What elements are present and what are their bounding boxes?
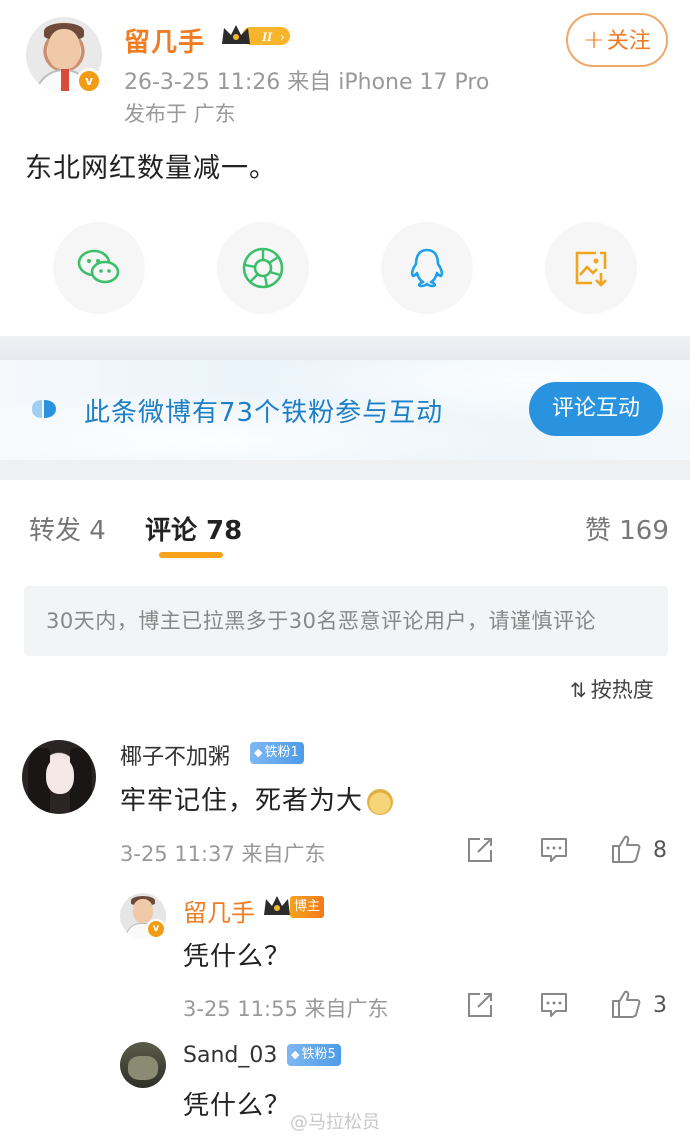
post-location: 发布于 广东 bbox=[124, 102, 236, 126]
comment-icon[interactable] bbox=[539, 836, 569, 864]
svg-text:II: II bbox=[261, 29, 273, 44]
fan-level-badge: ◆ 铁粉5 bbox=[287, 1044, 341, 1066]
diamond-icon: ◆ bbox=[254, 746, 263, 759]
post-card: v 留几手 II › 26-3-25 11:26 来自 iPhone 17 Pr… bbox=[0, 0, 690, 336]
author-name[interactable]: 留几手 bbox=[124, 22, 205, 59]
reply-text: 凭什么？ bbox=[183, 1091, 292, 1121]
emoji-dog-icon bbox=[367, 788, 394, 815]
tab-bar: 转发 4 评论 78 赞 169 bbox=[0, 480, 690, 576]
comment-icon[interactable] bbox=[539, 991, 569, 1019]
moments-icon bbox=[242, 247, 284, 289]
diamond-icon: ◆ bbox=[291, 1048, 300, 1061]
fan-level-badge: ◆ 铁粉1 bbox=[250, 742, 304, 764]
replier-name[interactable]: 留几手 bbox=[183, 893, 255, 928]
tab-likes[interactable]: 赞 169 bbox=[585, 510, 669, 547]
like-count: 3 bbox=[653, 993, 667, 1018]
replier-name[interactable]: Sand_03 bbox=[183, 1043, 277, 1068]
commenter-name[interactable]: 椰子不加粥 bbox=[120, 739, 230, 771]
watermark: @马拉松员 bbox=[290, 1112, 380, 1133]
divider bbox=[0, 336, 690, 360]
tab-comments[interactable]: 评论 78 bbox=[145, 510, 242, 547]
divider bbox=[0, 460, 690, 480]
share-wechat-button[interactable] bbox=[53, 222, 145, 314]
wechat-icon bbox=[77, 249, 120, 284]
like-icon[interactable] bbox=[610, 988, 642, 1020]
tab-active-indicator bbox=[159, 552, 223, 558]
comment-meta: 3-25 11:37 来自广东 bbox=[120, 842, 326, 866]
replier-avatar[interactable] bbox=[120, 1042, 166, 1088]
repost-icon[interactable] bbox=[466, 836, 494, 864]
vip-crown-icon bbox=[264, 896, 290, 915]
commenter-avatar[interactable] bbox=[22, 740, 96, 814]
verified-badge-icon: v bbox=[146, 919, 166, 939]
comment-notice: 30天内，博主已拉黑多于30名恶意评论用户，请谨慎评论 bbox=[24, 586, 668, 656]
qq-icon bbox=[410, 248, 444, 288]
follow-button[interactable]: +关注 bbox=[566, 13, 668, 67]
save-image-button[interactable] bbox=[545, 222, 637, 314]
blogger-badge: 博主 bbox=[290, 896, 325, 918]
verified-badge-icon: v bbox=[76, 68, 102, 94]
reply-meta: 3-25 11:55 来自广东 bbox=[183, 997, 389, 1021]
post-time-source: 26-3-25 11:26 来自 iPhone 17 Pro bbox=[124, 70, 490, 95]
post-content: 东北网红数量减一。 bbox=[25, 153, 277, 184]
svg-text:›: › bbox=[280, 30, 285, 44]
share-moments-button[interactable] bbox=[217, 222, 309, 314]
reply-text: 凭什么？ bbox=[183, 942, 292, 972]
save-image-icon bbox=[575, 251, 607, 287]
sort-icon: ⇅ bbox=[570, 678, 587, 702]
comment-text: 牢牢记住，死者为大 bbox=[120, 780, 394, 817]
fans-interaction-icon bbox=[32, 400, 56, 418]
share-qq-button[interactable] bbox=[381, 222, 473, 314]
tab-repost[interactable]: 转发 4 bbox=[29, 510, 106, 547]
like-icon[interactable] bbox=[610, 833, 642, 865]
sort-toggle[interactable]: ⇅ 按热度 bbox=[570, 674, 654, 704]
plus-icon: + bbox=[583, 25, 605, 55]
repost-icon[interactable] bbox=[466, 991, 494, 1019]
like-count: 8 bbox=[653, 838, 667, 863]
vip-crown-icon: II › bbox=[222, 25, 290, 45]
fans-banner-text: 此条微博有73个铁粉参与互动 bbox=[84, 398, 444, 428]
comment-interact-button[interactable]: 评论互动 bbox=[529, 382, 663, 436]
